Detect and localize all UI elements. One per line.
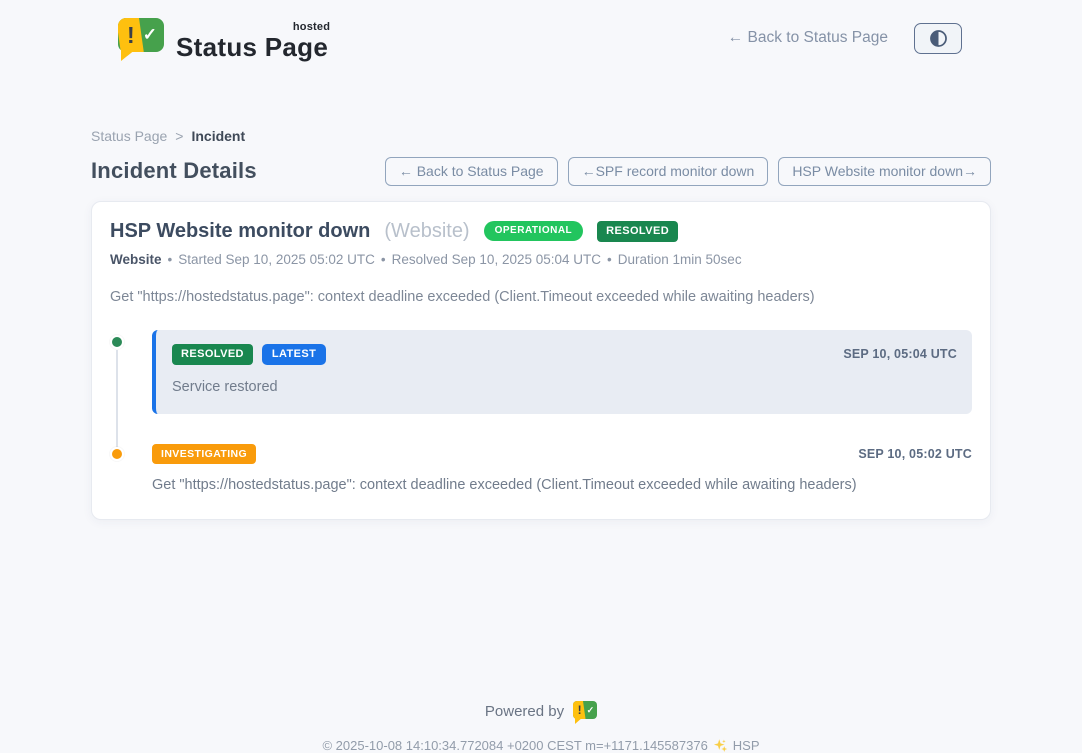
orange-status-dot-icon: [110, 447, 124, 461]
half-circle-contrast-icon: [929, 29, 948, 48]
brand-superscript: hosted: [293, 22, 330, 33]
exclamation-icon: !: [127, 24, 135, 47]
check-icon: ✓: [587, 706, 595, 715]
incident-meta: Website • Started Sep 10, 2025 05:02 UTC…: [110, 252, 972, 267]
update-message: Get "https://hostedstatus.page": context…: [152, 477, 972, 493]
back-to-status-page-link[interactable]: ← Back to Status Page: [728, 29, 888, 47]
page-title: Incident Details: [91, 158, 257, 184]
green-status-dot-icon: [110, 335, 124, 349]
incident-component: (Website): [384, 220, 469, 243]
status-page-app: ! ✓ hosted Status Page ← Back to Status …: [0, 0, 1082, 737]
previous-incident-button[interactable]: ←SPF record monitor down: [568, 157, 769, 186]
check-icon: ✓: [143, 26, 157, 43]
logo-bubble-tail: [121, 49, 136, 61]
meta-separator: •: [381, 252, 386, 267]
incident-nav-buttons: ← Back to Status Page ←SPF record monito…: [385, 157, 991, 186]
back-link-label: Back to Status Page: [748, 29, 888, 46]
meta-separator: •: [607, 252, 612, 267]
resolved-status-badge: RESOLVED: [597, 221, 678, 242]
breadcrumb-status-page[interactable]: Status Page: [91, 128, 167, 144]
update-head: RESOLVED LATEST SEP 10, 05:04 UTC: [172, 344, 957, 365]
next-incident-button[interactable]: HSP Website monitor down→: [778, 157, 991, 186]
status-page-logo-icon: ! ✓: [118, 16, 164, 60]
breadcrumb: Status Page > Incident: [91, 128, 991, 144]
update-timestamp: SEP 10, 05:02 UTC: [858, 447, 972, 461]
logo-bubble-tail: [575, 717, 583, 724]
copyright-line: © 2025-10-08 14:10:34.772084 +0200 CEST …: [0, 738, 1082, 753]
exclamation-icon: !: [578, 704, 582, 716]
title-row: Incident Details ← Back to Status Page ←…: [91, 157, 991, 186]
brand-name: hosted Status Page: [176, 22, 328, 60]
meta-separator: •: [168, 252, 173, 267]
update-card-highlighted: RESOLVED LATEST SEP 10, 05:04 UTC Servic…: [152, 330, 972, 414]
meta-resolved: Resolved Sep 10, 2025 05:04 UTC: [392, 252, 601, 267]
incident-title-row: HSP Website monitor down (Website) OPERA…: [110, 220, 972, 243]
update-badges: RESOLVED LATEST: [172, 344, 326, 365]
meta-duration: Duration 1min 50sec: [618, 252, 742, 267]
header: ! ✓ hosted Status Page ← Back to Status …: [0, 0, 1082, 60]
breadcrumb-incident: Incident: [191, 128, 245, 144]
powered-by-label: Powered by: [485, 703, 564, 720]
back-to-status-page-button[interactable]: ← Back to Status Page: [385, 157, 558, 186]
incident-timeline: RESOLVED LATEST SEP 10, 05:04 UTC Servic…: [110, 330, 972, 494]
incident-card: HSP Website monitor down (Website) OPERA…: [91, 201, 991, 521]
theme-toggle-button[interactable]: [914, 23, 962, 54]
brand-text: Status Page: [176, 32, 328, 62]
main-content: Status Page > Incident Incident Details …: [91, 128, 991, 520]
timeline-update-investigating: INVESTIGATING SEP 10, 05:02 UTC Get "htt…: [110, 444, 972, 494]
meta-started: Started Sep 10, 2025 05:02 UTC: [178, 252, 375, 267]
copyright-brand: HSP: [733, 738, 760, 753]
update-timestamp: SEP 10, 05:04 UTC: [843, 347, 957, 361]
header-right: ← Back to Status Page: [728, 23, 962, 54]
copyright-text: © 2025-10-08 14:10:34.772084 +0200 CEST …: [322, 738, 707, 753]
resolved-badge: RESOLVED: [172, 344, 253, 365]
update-badges: INVESTIGATING: [152, 444, 256, 465]
sparkles-icon: [713, 738, 728, 753]
breadcrumb-separator: >: [175, 128, 183, 144]
timeline-update-latest: RESOLVED LATEST SEP 10, 05:04 UTC Servic…: [110, 330, 972, 414]
update-message: Service restored: [172, 379, 957, 395]
logo-bubble-body: ! ✓: [118, 18, 164, 52]
operational-status-badge: OPERATIONAL: [484, 221, 584, 241]
investigating-badge: INVESTIGATING: [152, 444, 256, 465]
incident-title: HSP Website monitor down: [110, 220, 370, 243]
meta-component: Website: [110, 252, 162, 267]
hsp-logo-icon[interactable]: ! ✓: [573, 700, 597, 723]
update-plain-body: INVESTIGATING SEP 10, 05:02 UTC Get "htt…: [152, 444, 972, 494]
footer: Powered by ! ✓ © 2025-10-08 14:10:34.772…: [0, 700, 1082, 753]
latest-badge: LATEST: [262, 344, 326, 365]
logo[interactable]: ! ✓ hosted Status Page: [118, 16, 328, 60]
incident-description: Get "https://hostedstatus.page": context…: [110, 289, 972, 305]
powered-by-row: Powered by ! ✓: [0, 700, 1082, 723]
arrow-left-icon: ←: [728, 29, 744, 46]
update-head: INVESTIGATING SEP 10, 05:02 UTC: [152, 444, 972, 465]
